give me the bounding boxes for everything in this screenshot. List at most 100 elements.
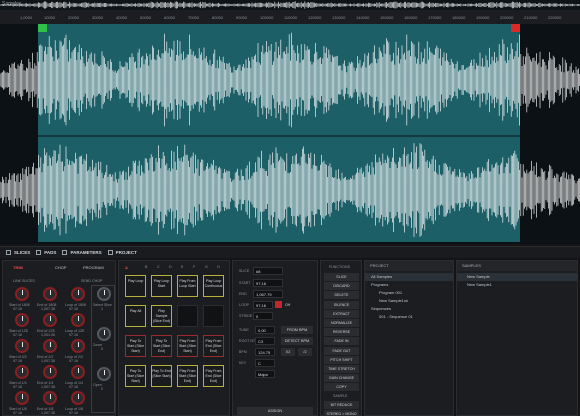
start-marker[interactable]: [38, 24, 47, 32]
bpm-x2-button[interactable]: X2: [281, 348, 295, 356]
function-normalize[interactable]: NORMALIZE: [324, 319, 359, 327]
knob-11[interactable]: [43, 365, 57, 379]
pad-1-3[interactable]: [203, 305, 224, 327]
time-ruler[interactable]: 1,0000 10000 20000 30000 40000 50000 60000 7000…: [0, 10, 580, 24]
bank-letter[interactable]: D: [169, 265, 172, 269]
assign-button[interactable]: ASSIGN: [237, 407, 313, 415]
key-select[interactable]: C: [255, 359, 275, 367]
stride-field[interactable]: 0: [253, 312, 273, 320]
ruler-tick: 150000: [380, 15, 394, 20]
function-extract[interactable]: EXTRACT: [324, 309, 359, 318]
pad-0-1[interactable]: Play Loop Start: [151, 275, 172, 297]
function-silence[interactable]: SILENCE: [324, 300, 359, 309]
bank-letter[interactable]: H: [217, 265, 220, 269]
sample-item[interactable]: New Sample: [457, 273, 577, 281]
function-pitch-shift[interactable]: PITCH SHIFT: [324, 355, 359, 364]
loop-state[interactable]: Off: [285, 302, 290, 307]
from-bpm-button[interactable]: FROM BPM: [281, 326, 313, 334]
tab-parameters[interactable]: PARAMETERS: [62, 250, 102, 255]
knob-13[interactable]: [15, 391, 29, 405]
pad-0-0[interactable]: Play Loop: [125, 275, 146, 297]
pad-2-0[interactable]: Play To Start (Slice Start): [125, 335, 146, 357]
bank-letter[interactable]: F: [193, 265, 195, 269]
knob-2[interactable]: [71, 287, 85, 301]
project-item[interactable]: Program 001: [365, 289, 453, 297]
function-reverse[interactable]: REVERSE: [324, 328, 359, 337]
bpm-field[interactable]: 124.75: [255, 348, 275, 356]
root-note-field[interactable]: C3: [255, 337, 275, 345]
trim-panel: TRIM CHOP PROGRAM LINK SLICES SEND CHOP …: [2, 260, 116, 416]
knob-6[interactable]: [71, 313, 85, 327]
pad-1-2[interactable]: [177, 305, 198, 327]
waveform-display[interactable]: [0, 0, 580, 244]
project-item[interactable]: All Samples: [365, 273, 453, 281]
pad-1-1[interactable]: Play Sample (Slice End): [151, 305, 172, 327]
function-fade-out[interactable]: FADE OUT: [324, 346, 359, 355]
pad-2-2[interactable]: Play From Start (Slice Start): [177, 335, 198, 357]
function-fade-in[interactable]: FADE IN: [324, 337, 359, 346]
knob-0[interactable]: [15, 287, 29, 301]
knob-5[interactable]: [43, 313, 57, 327]
knob-9[interactable]: [71, 339, 85, 353]
scale-select[interactable]: Major: [255, 370, 275, 378]
project-item[interactable]: Sequences: [365, 305, 453, 313]
tab-pads[interactable]: PADS: [36, 250, 56, 255]
knob-8[interactable]: [43, 339, 57, 353]
bpm-half-button[interactable]: /2: [298, 348, 312, 356]
pad-2-1[interactable]: Play To Start (Slice End): [151, 335, 172, 357]
ruler-tick: 170000: [428, 15, 442, 20]
end-field[interactable]: 1,067.79: [253, 290, 283, 298]
project-item[interactable]: 001 - Sequence 01: [365, 313, 453, 321]
knob-12[interactable]: [71, 365, 85, 379]
function-copy[interactable]: COPY: [324, 383, 359, 392]
pad-3-3[interactable]: Play From End (Slice End): [203, 365, 224, 387]
pad-3-1[interactable]: Play To End (Slice Start): [151, 365, 172, 387]
detect-bpm-button[interactable]: DETECT BPM: [281, 337, 313, 345]
function-delete[interactable]: DELETE: [324, 291, 359, 300]
send-chop-label[interactable]: SEND CHOP: [81, 279, 102, 283]
knob-1[interactable]: [43, 287, 57, 301]
pad-1-0[interactable]: Play All: [125, 305, 146, 327]
pad-2-3[interactable]: Play From End (Slice End): [203, 335, 224, 357]
pad-3-0[interactable]: Play To Start (Slice Start): [125, 365, 146, 387]
tab-slices[interactable]: SLICES: [6, 250, 30, 255]
mode-trim[interactable]: TRIM: [13, 265, 23, 270]
loop-toggle[interactable]: [275, 301, 282, 308]
mode-chop[interactable]: CHOP: [55, 265, 67, 270]
mode-program[interactable]: PROGRAM: [83, 265, 104, 270]
pad-0-2[interactable]: Play From Loop Start: [177, 275, 198, 297]
slices-icon: [6, 250, 11, 255]
function-footer-2[interactable]: STEREO > MONO: [324, 410, 359, 415]
functions-panel: FUNCTIONS SLICE DISCARD DELETE SILENCE EXTRA…: [320, 260, 362, 416]
pad-0-3[interactable]: Play Loop Continuous: [203, 275, 224, 297]
knob-4[interactable]: [15, 313, 29, 327]
function-time-stretch[interactable]: TIME STRETCH: [324, 365, 359, 373]
bank-letter[interactable]: G: [205, 265, 208, 269]
pad-3-2[interactable]: Play From Start (Slice End): [177, 365, 198, 387]
loop-field[interactable]: 97.16: [253, 301, 273, 309]
function-discard[interactable]: DISCARD: [324, 282, 359, 291]
sample-item[interactable]: New Sample1: [457, 281, 577, 289]
link-slices-label[interactable]: LINK SLICES: [13, 279, 35, 283]
start-field[interactable]: 97.16: [253, 279, 283, 287]
bank-letter[interactable]: C: [157, 265, 160, 269]
project-item[interactable]: New Sample1ok: [365, 297, 453, 305]
bank-letter[interactable]: B: [145, 265, 147, 269]
function-footer-1[interactable]: BIT REDUCE: [324, 401, 359, 409]
ruler-tick: 210000: [524, 15, 538, 20]
pad-bank[interactable]: A: [125, 265, 128, 270]
knob-15[interactable]: [71, 391, 85, 405]
knob-7[interactable]: [15, 339, 29, 353]
function-slice[interactable]: SLICE: [324, 273, 359, 281]
project-item[interactable]: Programs: [365, 281, 453, 289]
tune-field[interactable]: 0.00: [255, 326, 275, 334]
knob-10[interactable]: [15, 365, 29, 379]
slice-field[interactable]: #8: [253, 267, 283, 275]
bank-letter[interactable]: E: [181, 265, 183, 269]
knob-value: 97.16: [69, 307, 78, 311]
end-marker[interactable]: [511, 24, 520, 32]
knob-14[interactable]: [43, 391, 57, 405]
waveform-editor[interactable]: 1,0000 10000 20000 30000 40000 50000 60000 7000…: [0, 0, 580, 244]
function-gain-change[interactable]: GAIN CHANGE: [324, 374, 359, 383]
tab-project[interactable]: PROJECT: [107, 250, 137, 255]
